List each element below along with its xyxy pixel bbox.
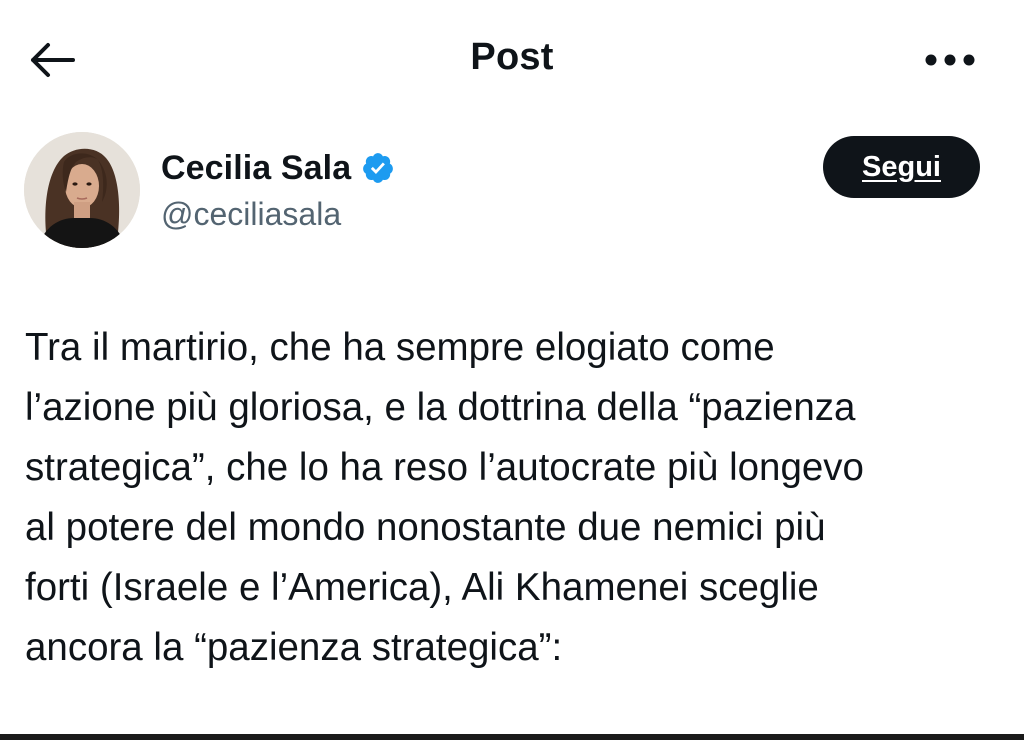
post-text-line: Tra il martirio, che ha sempre elogiato … [25,326,775,369]
post-text-line: ancora la “pazienza strategica”: [25,626,563,669]
post-text: Tra il martirio, che ha sempre elogiato … [25,318,1010,678]
more-horizontal-icon [925,54,975,66]
author-info: Cecilia Sala @ceciliasala [161,146,395,233]
follow-button[interactable]: Segui [823,136,980,198]
user-handle[interactable]: @ceciliasala [161,196,395,233]
display-name[interactable]: Cecilia Sala [161,149,351,188]
bottom-divider [0,734,1024,740]
post-text-line: strategica”, che lo ha reso l’autocrate … [25,446,864,489]
verified-badge-icon [363,153,394,183]
page-title: Post [470,36,554,78]
post-text-line: al potere del mondo nonostante due nemic… [25,506,826,549]
post-text-line: l’azione più gloriosa, e la dottrina del… [25,386,856,429]
avatar[interactable] [24,132,140,248]
top-bar: Post [0,0,1024,120]
more-options-button[interactable] [920,40,980,80]
name-row: Cecilia Sala [161,146,395,190]
post-text-line: forti (Israele e l’America), Ali Khamene… [25,566,819,609]
profile-photo [24,132,140,248]
